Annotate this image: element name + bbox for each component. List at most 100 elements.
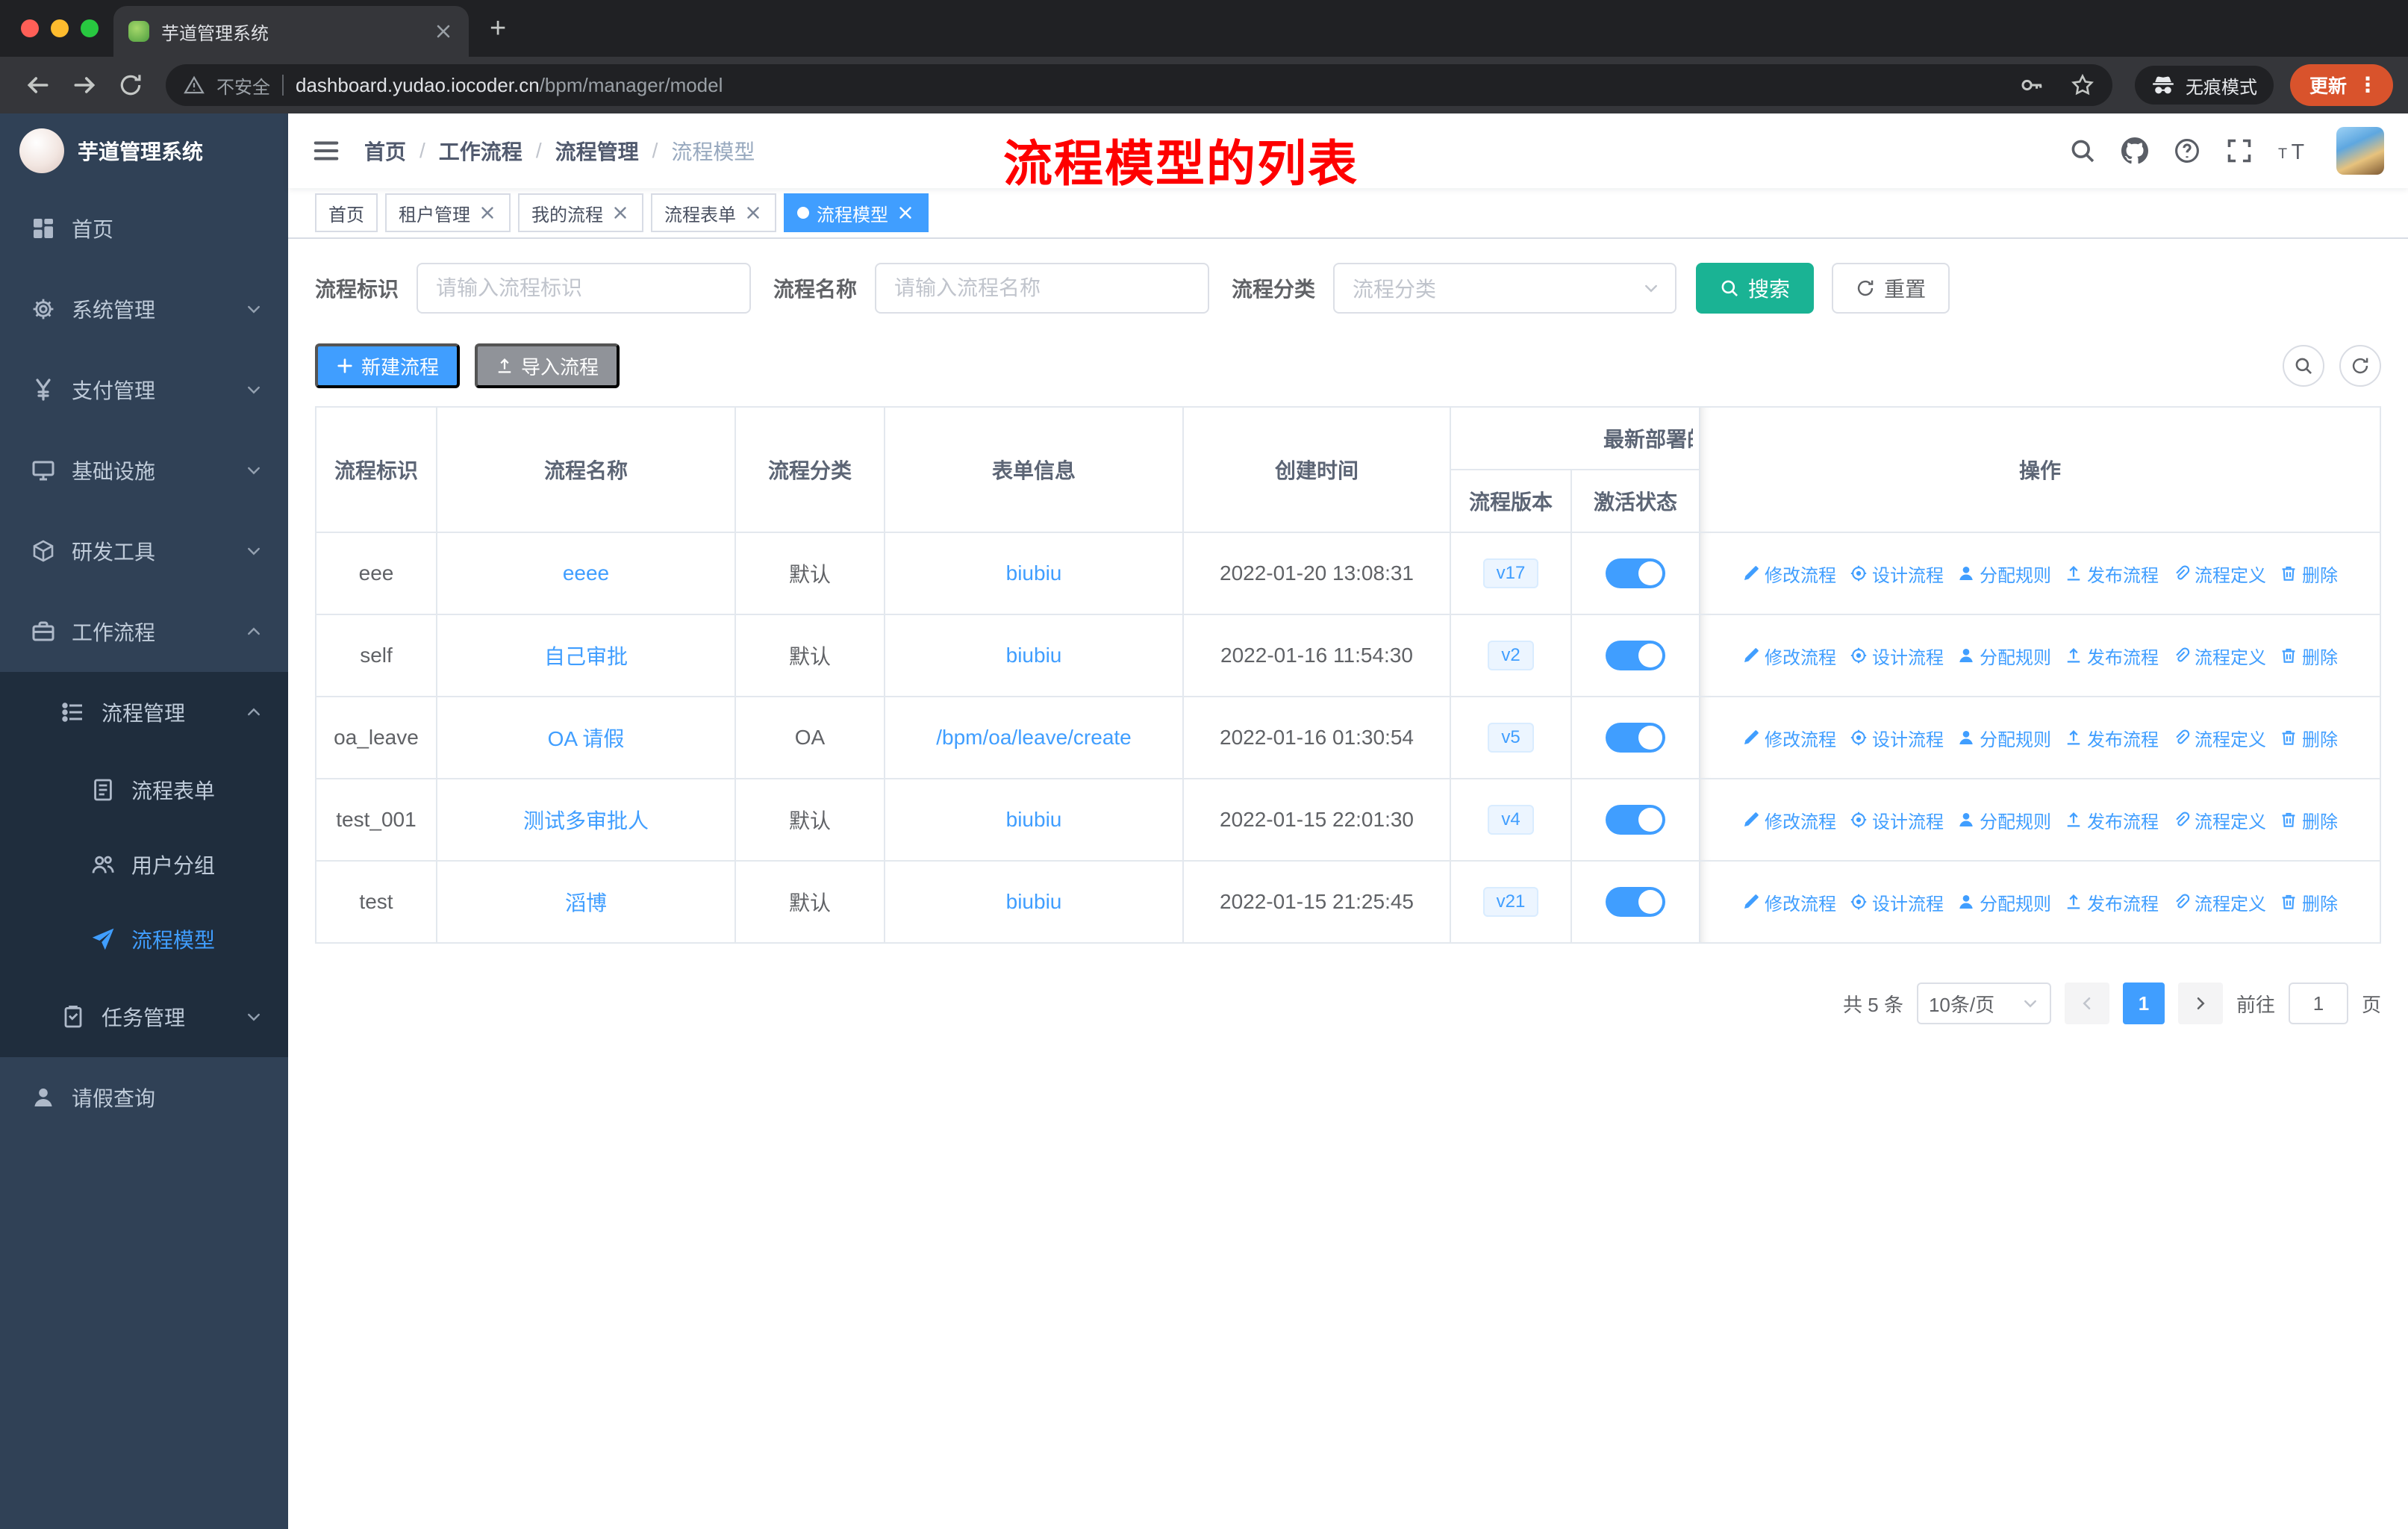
- action-definition[interactable]: 流程定义: [2172, 807, 2266, 833]
- close-icon[interactable]: [478, 203, 497, 222]
- sidebar-item-process-model[interactable]: 流程模型: [0, 902, 288, 977]
- action-publish[interactable]: 发布流程: [2065, 889, 2159, 915]
- search-icon[interactable]: [2069, 137, 2096, 164]
- hamburger-icon[interactable]: [312, 137, 340, 165]
- font-size-icon[interactable]: TT: [2278, 137, 2311, 164]
- action-publish[interactable]: 发布流程: [2065, 807, 2159, 833]
- active-toggle[interactable]: [1606, 805, 1665, 835]
- menu-dots-icon[interactable]: ⋮: [2357, 75, 2378, 96]
- process-name-input[interactable]: [875, 263, 1210, 314]
- action-definition[interactable]: 流程定义: [2172, 889, 2266, 915]
- sidebar-item-process-form[interactable]: 流程表单: [0, 753, 288, 827]
- action-assign[interactable]: 分配规则: [1957, 889, 2051, 915]
- action-assign[interactable]: 分配规则: [1957, 643, 2051, 669]
- action-assign[interactable]: 分配规则: [1957, 725, 2051, 751]
- sidebar-item-home[interactable]: 首页: [0, 188, 288, 269]
- password-key-icon[interactable]: [2020, 73, 2044, 97]
- refresh-table-button[interactable]: [2339, 345, 2381, 387]
- sidebar-item-workflow[interactable]: 工作流程: [0, 591, 288, 672]
- process-name-link[interactable]: eeee: [563, 561, 609, 585]
- action-edit[interactable]: 修改流程: [1742, 807, 1836, 833]
- sidebar-item-user-group[interactable]: 用户分组: [0, 827, 288, 902]
- tag-my-process[interactable]: 我的流程: [518, 193, 643, 232]
- version-badge[interactable]: v17: [1482, 558, 1539, 588]
- action-publish[interactable]: 发布流程: [2065, 561, 2159, 587]
- action-assign[interactable]: 分配规则: [1957, 807, 2051, 833]
- action-delete[interactable]: 删除: [2280, 725, 2338, 751]
- goto-page-input[interactable]: [2288, 983, 2348, 1024]
- action-definition[interactable]: 流程定义: [2172, 725, 2266, 751]
- toggle-search-button[interactable]: [2283, 345, 2324, 387]
- close-icon[interactable]: [743, 203, 763, 222]
- search-button[interactable]: 搜索: [1696, 263, 1815, 314]
- action-design[interactable]: 设计流程: [1850, 643, 1944, 669]
- active-toggle[interactable]: [1606, 723, 1665, 753]
- action-design[interactable]: 设计流程: [1850, 725, 1944, 751]
- sidebar-item-payment[interactable]: 支付管理: [0, 349, 288, 430]
- import-process-button[interactable]: 导入流程: [475, 343, 620, 388]
- zoom-window-button[interactable]: [81, 19, 99, 37]
- version-badge[interactable]: v2: [1488, 641, 1534, 670]
- action-assign[interactable]: 分配规则: [1957, 561, 2051, 587]
- action-delete[interactable]: 删除: [2280, 561, 2338, 587]
- process-name-link[interactable]: 滔博: [565, 891, 607, 915]
- form-info-link[interactable]: biubiu: [1006, 561, 1062, 585]
- version-badge[interactable]: v4: [1488, 805, 1534, 835]
- process-name-link[interactable]: 自己审批: [544, 645, 628, 668]
- create-process-button[interactable]: 新建流程: [315, 343, 461, 388]
- category-select[interactable]: 流程分类: [1333, 263, 1677, 314]
- sidebar-item-leave-query[interactable]: 请假查询: [0, 1057, 288, 1138]
- prev-page-button[interactable]: [2064, 983, 2109, 1024]
- action-delete[interactable]: 删除: [2280, 807, 2338, 833]
- action-edit[interactable]: 修改流程: [1742, 725, 1836, 751]
- form-info-link[interactable]: biubiu: [1006, 644, 1062, 667]
- minimize-window-button[interactable]: [51, 19, 69, 37]
- action-definition[interactable]: 流程定义: [2172, 561, 2266, 587]
- tag-process-model[interactable]: 流程模型: [784, 193, 929, 232]
- active-toggle[interactable]: [1606, 887, 1665, 917]
- form-info-link[interactable]: biubiu: [1006, 890, 1062, 913]
- reset-button[interactable]: 重置: [1832, 263, 1950, 314]
- tab-close-icon[interactable]: [433, 21, 454, 42]
- action-design[interactable]: 设计流程: [1850, 889, 1944, 915]
- action-design[interactable]: 设计流程: [1850, 807, 1944, 833]
- action-design[interactable]: 设计流程: [1850, 561, 1944, 587]
- tag-process-form[interactable]: 流程表单: [651, 193, 776, 232]
- version-badge[interactable]: v21: [1482, 887, 1539, 917]
- sidebar-item-infrastructure[interactable]: 基础设施: [0, 430, 288, 511]
- forward-icon[interactable]: [72, 72, 97, 98]
- url-bar[interactable]: 不安全 dashboard.yudao.iocoder.cn/bpm/manag…: [166, 64, 2112, 106]
- version-badge[interactable]: v5: [1488, 723, 1534, 753]
- chrome-update-button[interactable]: 更新 ⋮: [2289, 64, 2393, 106]
- action-definition[interactable]: 流程定义: [2172, 643, 2266, 669]
- breadcrumb-item[interactable]: 流程管理: [555, 136, 639, 166]
- process-name-link[interactable]: 测试多审批人: [523, 809, 649, 832]
- action-edit[interactable]: 修改流程: [1742, 889, 1836, 915]
- tag-home[interactable]: 首页: [315, 193, 378, 232]
- sidebar-item-process-management[interactable]: 流程管理: [0, 672, 288, 753]
- reload-icon[interactable]: [118, 72, 143, 98]
- action-delete[interactable]: 删除: [2280, 889, 2338, 915]
- new-tab-button[interactable]: +: [490, 13, 506, 45]
- page-1-button[interactable]: 1: [2122, 983, 2165, 1024]
- sidebar-item-devtools[interactable]: 研发工具: [0, 511, 288, 591]
- action-delete[interactable]: 删除: [2280, 643, 2338, 669]
- form-info-link[interactable]: /bpm/oa/leave/create: [936, 726, 1132, 749]
- action-publish[interactable]: 发布流程: [2065, 643, 2159, 669]
- breadcrumb-item[interactable]: 工作流程: [439, 136, 523, 166]
- action-edit[interactable]: 修改流程: [1742, 643, 1836, 669]
- close-window-button[interactable]: [21, 19, 39, 37]
- browser-tab[interactable]: 芋道管理系统: [113, 6, 469, 57]
- action-edit[interactable]: 修改流程: [1742, 561, 1836, 587]
- active-toggle[interactable]: [1606, 558, 1665, 588]
- help-icon[interactable]: [2174, 137, 2200, 164]
- process-key-input[interactable]: [417, 263, 752, 314]
- sidebar-item-task-management[interactable]: 任务管理: [0, 977, 288, 1057]
- avatar[interactable]: [2336, 127, 2384, 175]
- process-name-link[interactable]: OA 请假: [548, 727, 625, 750]
- tag-tenant[interactable]: 租户管理: [385, 193, 511, 232]
- close-icon[interactable]: [896, 203, 915, 222]
- next-page-button[interactable]: [2177, 983, 2223, 1024]
- close-icon[interactable]: [611, 203, 630, 222]
- sidebar-item-system[interactable]: 系统管理: [0, 269, 288, 349]
